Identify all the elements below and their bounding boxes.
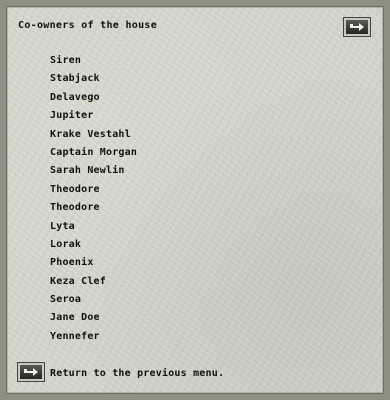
arrow-right-icon — [22, 366, 40, 378]
list-item: Jupiter — [50, 110, 94, 122]
list-item: Captain Morgan — [50, 146, 138, 158]
co-owners-gump: Co-owners of the house Siren Stabjack De… — [0, 0, 390, 400]
close-button[interactable] — [343, 17, 371, 37]
list-item: Theodore — [50, 183, 100, 195]
list-item: Theodore — [50, 202, 100, 214]
co-owner-list: Siren Stabjack Delavego Jupiter Krake Ve… — [50, 52, 137, 346]
list-item: Lorak — [50, 238, 82, 250]
list-item: Krake Vestahl — [50, 128, 131, 140]
list-item: Yennefer — [50, 330, 100, 342]
list-item: Keza Clef — [50, 275, 106, 287]
list-item: Sarah Newlin — [50, 165, 125, 177]
list-item: Jane Doe — [50, 312, 100, 324]
list-item: Lyta — [50, 220, 75, 232]
arrow-right-icon — [348, 21, 366, 33]
list-item: Seroa — [50, 294, 82, 306]
list-item: Stabjack — [50, 73, 100, 85]
dialog-title: Co-owners of the house — [18, 20, 158, 31]
list-item: Siren — [50, 55, 82, 66]
list-item: Phoenix — [50, 257, 94, 269]
list-item: Delavego — [50, 91, 100, 103]
return-label: Return to the previous menu. — [50, 368, 225, 379]
return-button[interactable] — [17, 362, 45, 382]
